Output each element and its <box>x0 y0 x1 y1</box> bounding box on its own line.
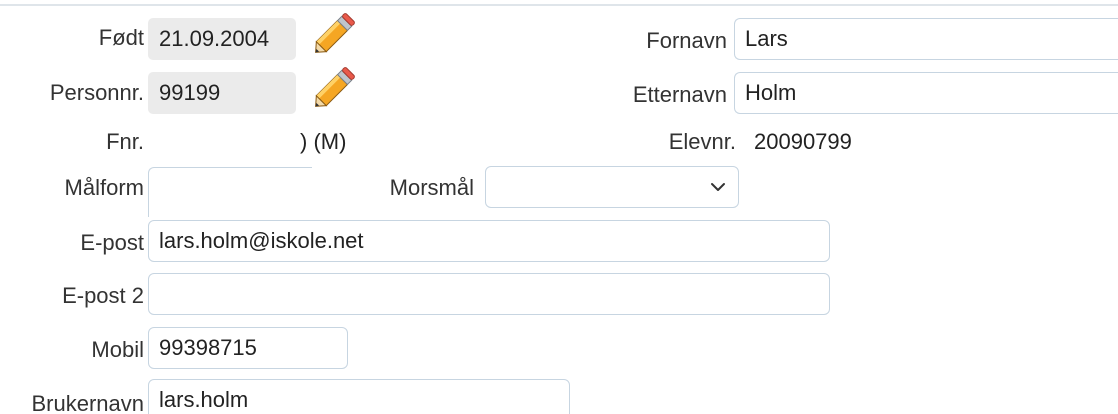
top-divider <box>0 4 1118 6</box>
fodt-label: Født <box>98 25 144 50</box>
fornavn-input[interactable]: Lars <box>734 18 1118 60</box>
fodt-field: 21.09.2004 <box>148 18 296 60</box>
epost2-label: E-post 2 <box>62 283 144 308</box>
malform-select[interactable] <box>148 167 312 217</box>
mobil-input[interactable]: 99398715 <box>148 327 348 369</box>
morsmal-select[interactable] <box>485 166 739 208</box>
brukernavn-label: Brukernavn <box>31 391 144 414</box>
pencil-icon[interactable] <box>308 8 360 60</box>
brukernavn-input[interactable]: lars.holm <box>148 379 570 414</box>
elevnr-label: Elevnr. <box>668 129 736 154</box>
morsmal-label: Morsmål <box>389 175 474 200</box>
chevron-down-icon <box>711 183 725 191</box>
malform-label: Målform <box>64 175 144 200</box>
epost-label: E-post <box>80 230 144 255</box>
personnr-field: 99199 <box>148 72 296 114</box>
fnr-value: ) (M) <box>300 129 347 154</box>
fnr-label: Fnr. <box>106 129 144 154</box>
epost-input[interactable]: lars.holm@iskole.net <box>148 220 830 262</box>
mobil-label: Mobil <box>91 337 144 362</box>
pencil-icon[interactable] <box>308 62 360 114</box>
personnr-label: Personnr. <box>49 80 144 105</box>
etternavn-input[interactable]: Holm <box>734 72 1118 114</box>
etternavn-label: Etternavn <box>632 82 727 107</box>
fornavn-label: Fornavn <box>646 28 727 53</box>
student-details-form: Født 21.09.2004 Fornavn Lars Personnr. 9… <box>0 0 1118 414</box>
epost2-input[interactable] <box>148 273 830 315</box>
elevnr-value: 20090799 <box>754 129 852 154</box>
